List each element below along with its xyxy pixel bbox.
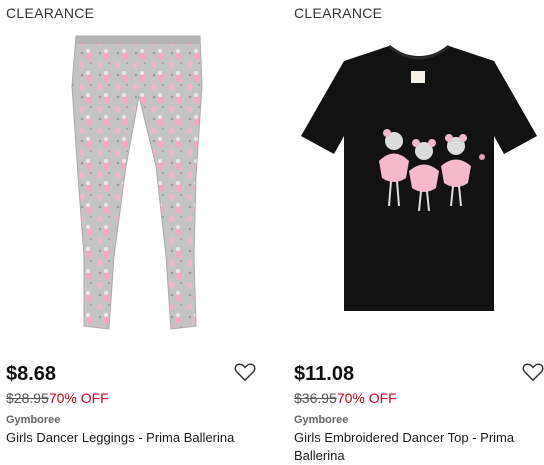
clearance-badge: CLEARANCE	[6, 5, 95, 21]
product-image[interactable]	[294, 26, 544, 346]
product-name-link[interactable]: Girls Dancer Leggings - Prima Ballerina	[6, 429, 256, 447]
sale-price: $11.08	[294, 363, 355, 385]
discount-label: 70% OFF	[48, 390, 109, 406]
product-name-link[interactable]: Girls Embroidered Dancer Top - Prima Bal…	[294, 429, 544, 465]
price-details: $28.9570% OFF	[6, 390, 109, 406]
discount-label: 70% OFF	[336, 390, 397, 406]
product-card[interactable]: CLEARANCE $11.08 $36.9570% OFF Gymboree …	[294, 0, 544, 463]
sale-price: $8.68	[6, 363, 57, 385]
original-price: $28.95	[6, 390, 49, 406]
brand-name: Gymboree	[6, 414, 61, 426]
clearance-badge: CLEARANCE	[294, 5, 383, 21]
price-details: $36.9570% OFF	[294, 390, 397, 406]
product-image[interactable]	[6, 26, 268, 346]
brand-name: Gymboree	[294, 414, 349, 426]
product-card[interactable]: CLEARANCE $8.68 $28.9570% OFF Gymboree G…	[6, 0, 268, 455]
heart-icon[interactable]	[234, 362, 256, 382]
original-price: $36.95	[294, 390, 337, 406]
leggings-image	[71, 35, 203, 330]
heart-icon[interactable]	[522, 362, 544, 382]
tshirt-image	[301, 44, 537, 311]
